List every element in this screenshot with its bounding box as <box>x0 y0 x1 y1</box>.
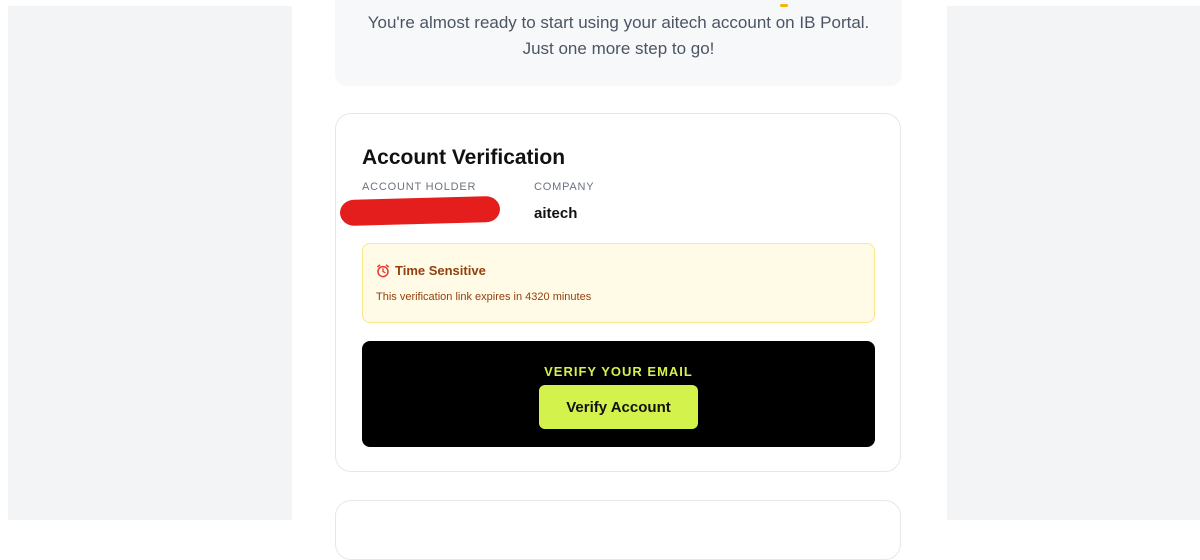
card-title: Account Verification <box>362 146 566 169</box>
verify-account-button[interactable]: Verify Account <box>539 385 698 429</box>
decorative-speck <box>780 4 788 7</box>
alarm-clock-icon <box>376 263 390 278</box>
next-card <box>335 500 901 560</box>
account-holder-label: ACCOUNT HOLDER <box>362 181 477 193</box>
time-sensitive-alert <box>362 243 875 323</box>
alert-message: This verification link expires in 4320 m… <box>376 291 592 303</box>
intro-line-2: Just one more step to go! <box>522 39 715 58</box>
alert-header: Time Sensitive <box>376 263 486 278</box>
page-background-left <box>8 6 292 520</box>
account-holder-redaction <box>339 195 501 227</box>
company-label: COMPANY <box>534 181 595 193</box>
intro-text: You're almost ready to start using your … <box>335 10 902 62</box>
intro-line-1: You're almost ready to start using your … <box>367 13 870 32</box>
alert-title: Time Sensitive <box>395 263 486 278</box>
company-value: aitech <box>534 205 578 222</box>
verify-email-label: VERIFY YOUR EMAIL <box>544 364 693 379</box>
page-background-right <box>947 6 1200 520</box>
